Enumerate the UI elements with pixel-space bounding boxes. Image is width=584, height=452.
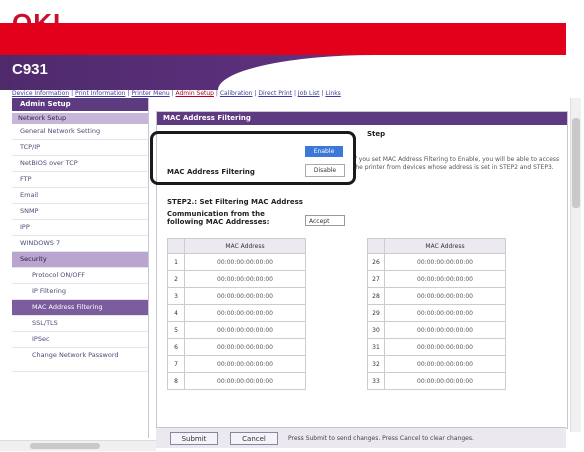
comm-label: Communication from the following MAC Add… [167, 210, 270, 226]
nav-printer-menu[interactable]: Printer Menu [131, 90, 169, 97]
table-row: 6 00:00:00:00:00:00 [167, 338, 306, 356]
mac-cell[interactable]: 00:00:00:00:00:00 [384, 304, 506, 322]
nav-job-list[interactable]: Job List [298, 90, 320, 97]
sidebar-item-mac-filtering[interactable]: MAC Address Filtering [12, 300, 148, 316]
vertical-scrollbar[interactable] [570, 98, 581, 432]
table-row: 4 00:00:00:00:00:00 [167, 304, 306, 322]
table-row: 28 00:00:00:00:00:00 [367, 287, 506, 305]
sidebar-title[interactable]: Admin Setup [12, 98, 148, 111]
mac-cell[interactable]: 00:00:00:00:00:00 [384, 253, 506, 271]
nav-calibration[interactable]: Calibration [220, 90, 253, 97]
mac-cell[interactable]: 00:00:00:00:00:00 [184, 338, 306, 356]
sidebar-item-ftp[interactable]: FTP [12, 172, 148, 188]
table-row: 32 00:00:00:00:00:00 [367, 355, 506, 373]
mac-table-right: MAC Address 26 00:00:00:00:00:00 27 00:00:… [367, 238, 506, 390]
table-row: 29 00:00:00:00:00:00 [367, 304, 506, 322]
cancel-button[interactable]: Cancel [230, 432, 278, 445]
table-row: 27 00:00:00:00:00:00 [367, 270, 506, 288]
sidebar-item-general-network[interactable]: General Network Setting [12, 124, 148, 140]
nav-print-info[interactable]: Print Information [75, 90, 125, 97]
sidebar-item-ip-filtering[interactable]: IP Filtering [12, 284, 148, 300]
table-row: 30 00:00:00:00:00:00 [367, 321, 506, 339]
mac-header: MAC Address [184, 238, 306, 254]
step2-title: STEP2.: Set Filtering MAC Address [167, 198, 303, 206]
sidebar-item-netbios[interactable]: NetBIOS over TCP [12, 156, 148, 172]
mac-cell[interactable]: 00:00:00:00:00:00 [384, 372, 506, 390]
sidebar-section-network-setup[interactable]: Network Setup [12, 113, 148, 124]
table-row: 2 00:00:00:00:00:00 [167, 270, 306, 288]
table-row: 7 00:00:00:00:00:00 [167, 355, 306, 373]
header-purple-band [0, 55, 566, 90]
sidebar-item-email[interactable]: Email [12, 188, 148, 204]
table-row: 31 00:00:00:00:00:00 [367, 338, 506, 356]
mac-cell[interactable]: 00:00:00:00:00:00 [384, 287, 506, 305]
mac-cell[interactable]: 00:00:00:00:00:00 [184, 287, 306, 305]
mac-cell[interactable]: 00:00:00:00:00:00 [184, 304, 306, 322]
mac-cell[interactable]: 00:00:00:00:00:00 [384, 270, 506, 288]
mac-cell[interactable]: 00:00:00:00:00:00 [184, 270, 306, 288]
comm-select[interactable]: Accept [305, 215, 345, 226]
sidebar: Admin Setup Network Setup General Networ… [12, 98, 149, 438]
top-nav: Device Information | Print Information |… [12, 90, 341, 97]
nav-device-info[interactable]: Device Information [12, 90, 69, 97]
mac-cell[interactable]: 00:00:00:00:00:00 [184, 355, 306, 373]
sidebar-item-tcpip[interactable]: TCP/IP [12, 140, 148, 156]
sidebar-item-ipp[interactable]: IPP [12, 220, 148, 236]
mac-cell[interactable]: 00:00:00:00:00:00 [384, 355, 506, 373]
table-row: 3 00:00:00:00:00:00 [167, 287, 306, 305]
mac-cell[interactable]: 00:00:00:00:00:00 [384, 321, 506, 339]
nav-links[interactable]: Links [325, 90, 340, 97]
page-title: MAC Address Filtering [157, 112, 567, 125]
horizontal-scrollbar[interactable] [0, 440, 156, 451]
printer-model: C931 [12, 61, 48, 78]
mac-header: MAC Address [384, 238, 506, 254]
sidebar-item-ssl-tls[interactable]: SSL/TLS [12, 316, 148, 332]
footer-note: Press Submit to send changes. Press Canc… [288, 435, 474, 442]
sidebar-item-protocol[interactable]: Protocol ON/OFF [12, 268, 148, 284]
table-row: 8 00:00:00:00:00:00 [167, 372, 306, 390]
table-row: 1 00:00:00:00:00:00 [167, 253, 306, 271]
mac-cell[interactable]: 00:00:00:00:00:00 [184, 321, 306, 339]
table-row: 5 00:00:00:00:00:00 [167, 321, 306, 339]
mac-cell[interactable]: 00:00:00:00:00:00 [384, 338, 506, 356]
header-red-bar [0, 23, 566, 55]
mac-filter-description: If you set MAC Address Filtering to Enab… [353, 156, 560, 171]
sidebar-item-windows7[interactable]: WINDOWS 7 [12, 236, 148, 252]
sidebar-item-snmp[interactable]: SNMP [12, 204, 148, 220]
submit-button[interactable]: Submit [170, 432, 218, 445]
table-row: 33 00:00:00:00:00:00 [367, 372, 506, 390]
highlight-box [150, 131, 356, 185]
nav-direct-print[interactable]: Direct Print [258, 90, 292, 97]
footer-bar: Submit Cancel Press Submit to send chang… [156, 427, 566, 448]
table-row: 26 00:00:00:00:00:00 [367, 253, 506, 271]
step1-label: Step [367, 130, 386, 138]
sidebar-item-change-password[interactable]: Change Network Password [12, 348, 148, 372]
sidebar-item-ipsec[interactable]: IPSec [12, 332, 148, 348]
nav-admin-setup[interactable]: Admin Setup [176, 90, 215, 97]
mac-table-left: MAC Address 1 00:00:00:00:00:00 2 00:00:00… [167, 238, 306, 390]
mac-cell[interactable]: 00:00:00:00:00:00 [184, 372, 306, 390]
sidebar-item-security[interactable]: Security [12, 252, 148, 268]
mac-cell[interactable]: 00:00:00:00:00:00 [184, 253, 306, 271]
